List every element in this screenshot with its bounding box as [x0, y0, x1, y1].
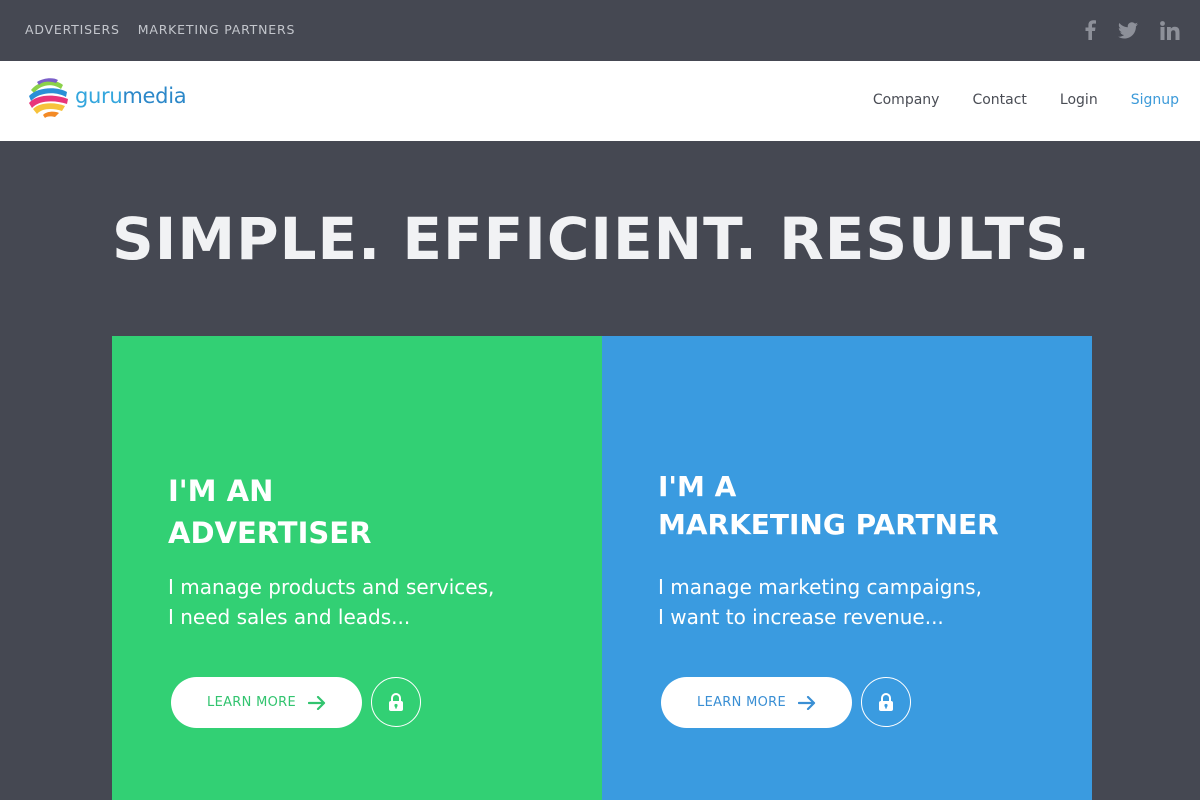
- main-nav: Company Contact Login Signup: [873, 92, 1179, 108]
- lock-icon: [879, 693, 893, 711]
- logo-wordmark: gurumedia: [75, 84, 187, 108]
- advertiser-text-line1: I manage products and services,: [168, 575, 495, 599]
- audience-links: ADVERTISERS MARKETING PARTNERS: [25, 22, 295, 37]
- advertiser-login-button[interactable]: [371, 677, 421, 727]
- arrow-right-icon: [797, 695, 816, 710]
- nav-login[interactable]: Login: [1060, 92, 1098, 108]
- facebook-icon[interactable]: [1084, 20, 1096, 44]
- partner-description: I manage marketing campaigns, I want to …: [658, 572, 982, 632]
- partner-text-line1: I manage marketing campaigns,: [658, 575, 982, 599]
- nav-signup[interactable]: Signup: [1131, 92, 1179, 108]
- learn-more-label: LEARN MORE: [207, 695, 296, 710]
- hero-title: SIMPLE. EFFICIENT. RESULTS.: [112, 205, 1091, 273]
- advertiser-heading-line2: ADVERTISER: [168, 516, 372, 550]
- marketing-partners-link[interactable]: MARKETING PARTNERS: [138, 22, 295, 37]
- advertisers-link[interactable]: ADVERTISERS: [25, 22, 120, 37]
- top-utility-bar: ADVERTISERS MARKETING PARTNERS: [0, 0, 1200, 61]
- logo-word-guru: guru: [75, 84, 123, 108]
- advertiser-heading-line1: I'M AN: [168, 474, 274, 508]
- social-links: [1084, 20, 1180, 44]
- nav-company[interactable]: Company: [873, 92, 940, 108]
- partner-login-button[interactable]: [861, 677, 911, 727]
- arrow-right-icon: [307, 695, 326, 710]
- advertiser-panel: I'M AN ADVERTISER I manage products and …: [112, 336, 602, 800]
- globe-logo-icon: [29, 78, 68, 118]
- advertiser-text-line2: I need sales and leads...: [168, 605, 411, 629]
- advertiser-description: I manage products and services, I need s…: [168, 572, 494, 632]
- lock-icon: [389, 693, 403, 711]
- linkedin-icon[interactable]: [1160, 20, 1180, 44]
- hero-section: SIMPLE. EFFICIENT. RESULTS. I'M AN ADVER…: [0, 141, 1200, 800]
- nav-contact[interactable]: Contact: [972, 92, 1026, 108]
- marketing-partner-panel: I'M A MARKETING PARTNER I manage marketi…: [602, 336, 1092, 800]
- partner-heading: I'M A MARKETING PARTNER: [658, 468, 999, 544]
- partner-learn-more-button[interactable]: LEARN MORE: [661, 677, 852, 728]
- partner-heading-line2: MARKETING PARTNER: [658, 508, 999, 541]
- site-header: gurumedia Company Contact Login Signup: [0, 61, 1200, 141]
- advertiser-learn-more-button[interactable]: LEARN MORE: [171, 677, 362, 728]
- twitter-icon[interactable]: [1118, 21, 1138, 43]
- partner-text-line2: I want to increase revenue...: [658, 605, 944, 629]
- logo-word-media: media: [122, 84, 187, 108]
- advertiser-heading: I'M AN ADVERTISER: [168, 470, 371, 554]
- gurumedia-logo[interactable]: gurumedia: [25, 73, 187, 119]
- learn-more-label: LEARN MORE: [697, 695, 786, 710]
- partner-heading-line1: I'M A: [658, 470, 737, 503]
